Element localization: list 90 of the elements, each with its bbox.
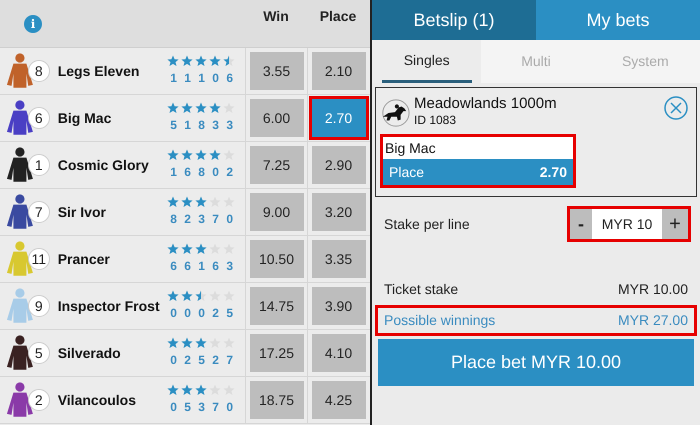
runner-name: Legs Eleven [58,62,140,81]
selection-name: Big Mac [384,138,437,158]
star-icon [181,196,193,208]
form-figures: 1 6 8 0 2 [170,164,235,181]
column-header: Win [263,7,289,26]
odds-button[interactable]: 17.25 [250,334,304,372]
odds-button[interactable]: 3.90 [312,287,366,325]
star-icon [195,55,207,67]
odds-button[interactable]: 2.90 [312,146,366,184]
info-icon[interactable]: i [24,14,42,32]
star-icon [167,149,179,161]
saddle-number: 6 [28,107,50,129]
star-icon [195,149,207,161]
star-icon [195,337,207,349]
form-figures: 5 1 8 3 3 [170,117,235,134]
saddle-number: 2 [28,389,50,411]
star-icon [167,55,179,67]
odds-button[interactable]: 14.75 [250,287,304,325]
star-icon [195,196,207,208]
event-id: ID 1083 [414,112,458,128]
stake-label: Stake per line [384,214,470,234]
runner-name: Inspector Frost [58,296,161,316]
form-figures: 0 2 5 2 7 [170,352,235,369]
star-icon [181,55,193,67]
horse-rider-icon [380,98,410,128]
star-icon [195,243,207,255]
odds-button[interactable]: 3.20 [312,193,366,231]
plus-button[interactable]: + [662,209,688,239]
star-icon [181,337,193,349]
odds-button[interactable]: 3.55 [250,52,304,90]
minus-button[interactable]: - [570,209,592,239]
star-icon [195,102,207,114]
winnings-value: MYR 27.00 [618,311,688,330]
saddle-number: 9 [28,295,50,317]
runner-name: Big Mac [58,108,112,128]
star-icon [181,102,193,114]
betslip-tab[interactable]: Betslip (1) [372,0,536,40]
star-icon [181,149,193,161]
ticket-stake-label: Ticket stake [384,280,458,299]
winnings-label: Possible winnings [384,311,496,330]
column-header: Place [320,7,356,26]
star-icon [167,290,179,302]
odds-button[interactable]: 4.25 [312,381,366,419]
odds-button[interactable]: 2.10 [312,52,366,90]
star-icon [167,196,179,208]
stake-stepper[interactable]: - MYR 10 + [570,209,688,239]
saddle-number: 1 [28,154,50,176]
star-icon [167,384,179,396]
market-name: Place [389,162,424,182]
star-icon [195,384,207,396]
form-figures: 0 5 3 7 0 [170,399,235,416]
runner-name: Vilancoulos [58,390,138,410]
ticket-stake-value: MYR 10.00 [618,280,688,299]
saddle-number: 8 [28,60,50,82]
odds-button[interactable]: 7.25 [250,146,304,184]
runner-name: Silverado [58,344,122,362]
star-icon [167,337,179,349]
form-figures: 1 1 1 0 6 [170,70,235,87]
stake-input[interactable]: MYR 10 [592,209,662,239]
form-figures: 6 6 1 6 3 [170,258,235,275]
place-bet-button[interactable]: Place bet MYR 10.00 [378,339,694,386]
star-icon [181,290,193,302]
odds-button[interactable]: 9.00 [250,193,304,231]
runner-name: Sir Ivor [58,202,107,222]
saddle-number: 11 [28,248,50,270]
odds-button[interactable]: 6.00 [250,99,304,137]
odds-button[interactable]: 10.50 [250,240,304,278]
saddle-number: 7 [28,201,50,223]
runner-name: Prancer [58,250,111,268]
star-icon [181,243,193,255]
odds-button[interactable]: 4.10 [312,334,366,372]
close-icon[interactable] [664,96,688,120]
star-icon [209,102,221,114]
star-icon [167,102,179,114]
betslip-tab[interactable]: My bets [536,0,700,40]
selection-odds: 2.70 [540,162,567,182]
odds-button[interactable]: 18.75 [250,381,304,419]
star-icon [167,243,179,255]
saddle-number: 5 [28,342,50,364]
odds-button[interactable]: 3.35 [312,240,366,278]
form-figures: 8 2 3 7 0 [170,211,235,228]
form-figures: 0 0 0 2 5 [170,305,235,322]
star-icon [181,384,193,396]
event-name: Meadowlands 1000m [414,96,557,112]
runner-name: Cosmic Glory [58,156,150,175]
star-icon [209,55,221,67]
half-star-icon [195,290,207,302]
half-star-icon [223,55,235,67]
star-icon [209,149,221,161]
odds-button[interactable]: 2.70 [312,99,366,137]
